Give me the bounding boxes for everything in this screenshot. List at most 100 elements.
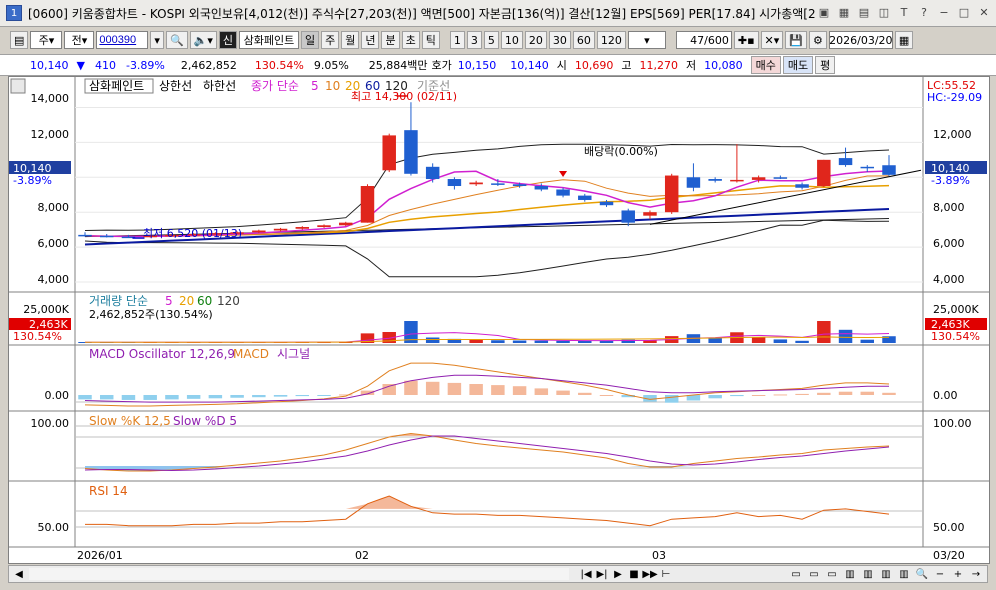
y-tick-right-4: 6,000 xyxy=(933,237,965,250)
cross-icon[interactable]: ✕▾ xyxy=(760,31,784,49)
stoch-k-label: Slow %K 12,5 xyxy=(89,414,171,428)
count-value: 47 xyxy=(690,33,705,47)
volume-bar xyxy=(773,339,788,343)
tab-day[interactable]: 일 xyxy=(300,31,320,49)
interval-1[interactable]: 1 xyxy=(449,31,465,49)
zoom-icon[interactable]: 🔍 xyxy=(915,567,929,581)
range-slider-icon[interactable]: ⊢ xyxy=(659,567,673,581)
tab-week[interactable]: 주 xyxy=(321,31,340,49)
minimize-icon[interactable]: − xyxy=(936,4,952,20)
scroll-track[interactable] xyxy=(29,568,569,580)
interval-3[interactable]: 3 xyxy=(466,31,482,49)
volume-y-tick-right: 25,000K xyxy=(933,303,979,316)
interval-10[interactable]: 10 xyxy=(500,31,523,49)
tab-minute[interactable]: 분 xyxy=(381,31,400,49)
macd-osc-bar xyxy=(664,395,679,403)
macd-osc-bar xyxy=(599,395,614,396)
tab-year[interactable]: 년 xyxy=(361,31,380,49)
interval-20[interactable]: 20 xyxy=(524,31,547,49)
interval-120[interactable]: 120 xyxy=(596,31,626,49)
zoom-out-icon[interactable]: − xyxy=(933,567,947,581)
legend-name: 삼화페인트 xyxy=(89,79,144,93)
bar-chart-icon-2[interactable]: ▥ xyxy=(861,567,875,581)
code-dropdown-icon[interactable]: ▾ xyxy=(150,31,164,49)
zoom-controls: ▭ ▭ ▭ ▥ ▥ ▥ ▥ 🔍 − + → xyxy=(789,566,983,582)
close-icon[interactable]: ✕ xyxy=(976,4,992,20)
candle-body xyxy=(664,175,679,213)
interval-60[interactable]: 60 xyxy=(572,31,595,49)
search-icon[interactable]: 🔍 xyxy=(165,31,188,49)
macd-osc-bar xyxy=(447,382,462,395)
stock-name-label: 삼화페인트 xyxy=(238,31,299,49)
candle-body xyxy=(817,159,831,187)
tab-tick[interactable]: 틱 xyxy=(421,31,440,49)
y-tick-left-5: 4,000 xyxy=(38,273,70,286)
bar-chart-icon-1[interactable]: ▥ xyxy=(843,567,857,581)
period-select[interactable]: 주 ▾ xyxy=(30,31,63,49)
right-change-badge: -3.89% xyxy=(931,174,970,187)
gear-icon[interactable]: ⚙ xyxy=(808,31,827,49)
quote-high: 11,270 xyxy=(639,58,679,72)
candle-body xyxy=(295,227,310,229)
panel-settings-icon[interactable] xyxy=(10,78,26,94)
buy-button[interactable]: 매수 xyxy=(750,56,781,74)
maximize-icon[interactable]: □ xyxy=(956,4,972,20)
chart-svg[interactable]: 삼화페인트 상한선 하한선 종가 단순 5 10 20 60 120 기준선 L… xyxy=(9,77,989,563)
calendar-icon[interactable]: ▦ xyxy=(894,31,914,49)
window-icon-1[interactable]: ▭ xyxy=(789,567,803,581)
candle-body xyxy=(686,177,701,188)
playback-controls: |◀ ▶| ▶ ■ ▶▶ ⊢ xyxy=(579,566,673,582)
font-icon[interactable]: T xyxy=(896,4,912,20)
rsi-y-tick-right: 50.00 xyxy=(933,521,965,534)
interval-custom-select[interactable]: ▾ xyxy=(627,31,666,49)
stop-icon[interactable]: ■ xyxy=(627,567,641,581)
candle-body xyxy=(273,228,288,231)
macd-osc-bar xyxy=(273,395,288,397)
window-icon-2[interactable]: ▭ xyxy=(807,567,821,581)
indicator-add-icon[interactable]: ✚▪ xyxy=(733,31,759,49)
count-input[interactable]: 47/600 xyxy=(675,31,732,49)
help-icon[interactable]: ? xyxy=(916,4,932,20)
bar-chart-icon-4[interactable]: ▥ xyxy=(897,567,911,581)
candle-body xyxy=(491,183,505,185)
interval-30[interactable]: 30 xyxy=(548,31,571,49)
window-list-icon[interactable]: ▤ xyxy=(856,4,872,20)
window-app-icon[interactable]: 1 xyxy=(6,5,22,21)
chart-area[interactable]: 삼화페인트 상한선 하한선 종가 단순 5 10 20 60 120 기준선 L… xyxy=(8,76,990,564)
volume-ma20: 20 xyxy=(179,294,194,308)
average-button[interactable]: 평 xyxy=(815,56,836,74)
tab-month[interactable]: 월 xyxy=(341,31,360,49)
sell-button[interactable]: 매도 xyxy=(782,56,814,74)
macd-y-tick-left: 0.00 xyxy=(45,389,70,402)
play-back-icon[interactable]: ▶| xyxy=(595,567,609,581)
window-icon-3[interactable]: ▭ xyxy=(825,567,839,581)
chart-scrollbar[interactable]: ◀ |◀ ▶| ▶ ■ ▶▶ ⊢ ▭ ▭ ▭ ▥ ▥ ▥ ▥ 🔍 − + → xyxy=(8,565,988,583)
fast-forward-icon[interactable]: ▶▶ xyxy=(642,567,657,581)
save-icon[interactable]: 💾 xyxy=(785,31,807,49)
scroll-right-icon[interactable]: ▶ xyxy=(611,567,625,581)
tile-icon[interactable]: ◫ xyxy=(876,4,892,20)
tab-second[interactable]: 초 xyxy=(401,31,420,49)
candle-body xyxy=(621,210,635,223)
speaker-icon[interactable]: 🔈▾ xyxy=(189,31,217,49)
candle-body xyxy=(599,201,614,206)
macd-osc-bar xyxy=(817,392,831,395)
scroll-left-icon[interactable]: ◀ xyxy=(12,567,26,581)
prev-select[interactable]: 전 ▾ xyxy=(64,31,95,49)
quote-volume: 2,462,852 xyxy=(180,58,237,72)
step-back-icon[interactable]: |◀ xyxy=(579,567,593,581)
bar-chart-icon-3[interactable]: ▥ xyxy=(879,567,893,581)
volume-ma5: 5 xyxy=(165,294,173,308)
candle-body xyxy=(339,222,353,226)
candle-body xyxy=(795,184,809,188)
date-input[interactable]: 2026/03/20 xyxy=(828,31,893,49)
stock-code-input[interactable] xyxy=(96,31,149,49)
interval-5[interactable]: 5 xyxy=(483,31,499,49)
grid-icon[interactable]: ▦ xyxy=(836,4,852,20)
candle-body xyxy=(838,158,853,166)
restore-icon[interactable]: ▣ xyxy=(816,4,832,20)
settings-grid-icon[interactable]: ▤ xyxy=(10,31,29,49)
zoom-in-icon[interactable]: + xyxy=(951,567,965,581)
scroll-end-icon[interactable]: → xyxy=(969,567,983,581)
new-mode-badge[interactable]: 신 xyxy=(218,31,237,49)
